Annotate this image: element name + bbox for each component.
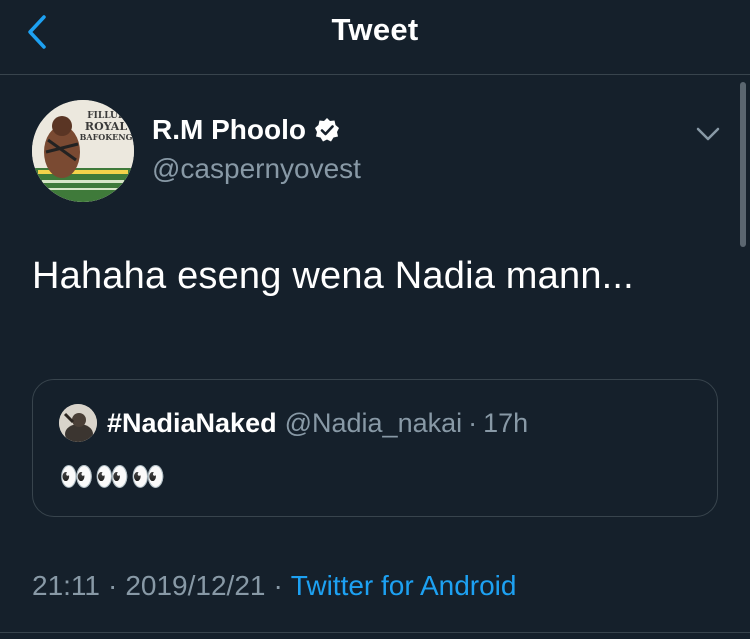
quoted-text: 👀👀👀 bbox=[59, 461, 167, 492]
chevron-down-icon[interactable] bbox=[694, 122, 722, 146]
svg-text:BAFOKENG: BAFOKENG bbox=[80, 132, 133, 142]
quoted-time: 17h bbox=[483, 408, 529, 438]
separator-dot: · bbox=[273, 570, 283, 601]
quoted-avatar-image bbox=[59, 404, 97, 442]
quoted-tweet-card[interactable]: #NadiaNaked @Nadia_nakai · 17h 👀👀👀 bbox=[32, 379, 718, 517]
tweet-meta: 21:11 · 2019/12/21 · Twitter for Android bbox=[32, 570, 516, 602]
author-handle[interactable]: @caspernyovest bbox=[152, 153, 361, 185]
page-title: Tweet bbox=[331, 12, 419, 47]
avatar[interactable]: FILLUP ROYAL BAFOKENG bbox=[32, 100, 134, 202]
author-name[interactable]: R.M Phoolo bbox=[152, 114, 306, 146]
quoted-header: #NadiaNaked @Nadia_nakai · 17h bbox=[107, 408, 528, 439]
tweet-date: 2019/12/21 bbox=[125, 570, 266, 601]
tweet-source-link[interactable]: Twitter for Android bbox=[291, 570, 517, 601]
tweet-time: 21:11 bbox=[32, 570, 100, 601]
separator-dot: · bbox=[108, 570, 118, 601]
quoted-avatar[interactable] bbox=[59, 404, 97, 442]
scrollbar[interactable] bbox=[740, 82, 746, 247]
author-name-row[interactable]: R.M Phoolo bbox=[152, 114, 340, 146]
separator-dot: · bbox=[468, 408, 478, 438]
quoted-handle[interactable]: @Nadia_nakai bbox=[285, 408, 463, 438]
quoted-name[interactable]: #NadiaNaked bbox=[107, 408, 277, 438]
divider bbox=[0, 632, 750, 633]
tweet-text: Hahaha eseng wena Nadia mann... bbox=[32, 255, 634, 297]
avatar-image: FILLUP ROYAL BAFOKENG bbox=[32, 100, 134, 202]
top-bar: Tweet bbox=[0, 0, 750, 75]
verified-badge-icon bbox=[314, 118, 339, 142]
